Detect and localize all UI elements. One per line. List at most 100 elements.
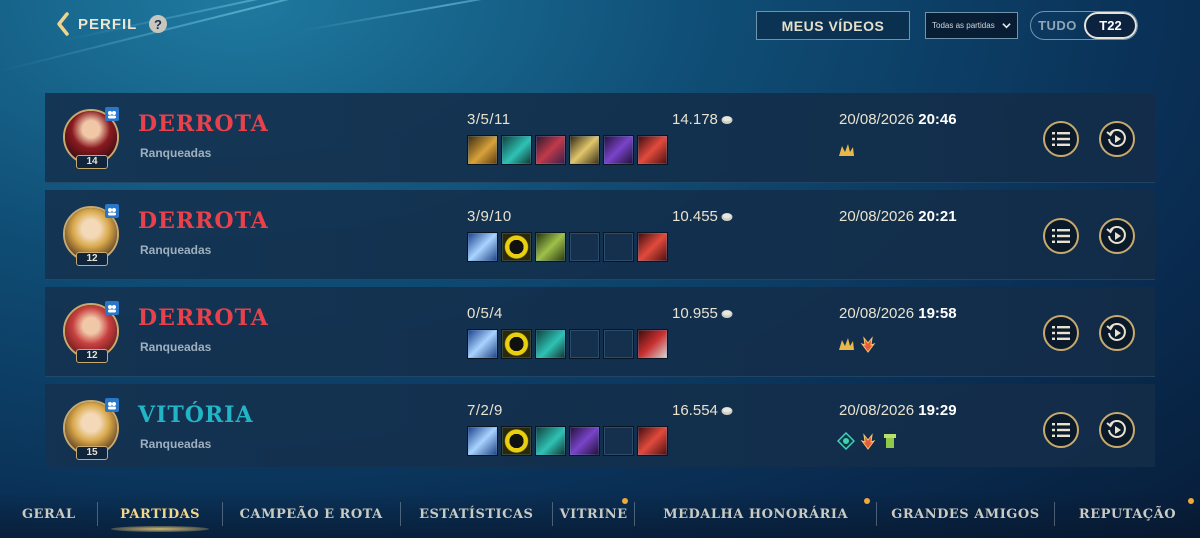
empty-item-slot[interactable] — [603, 329, 634, 359]
season-toggle: TUDO T22 — [1030, 11, 1138, 40]
replay-button[interactable] — [1099, 121, 1135, 157]
empty-item-slot[interactable] — [569, 232, 600, 262]
match-time: 19:29 — [918, 402, 957, 419]
item-icon[interactable] — [569, 426, 600, 456]
match-badges — [837, 335, 877, 353]
match-details-button[interactable] — [1043, 412, 1079, 448]
empty-item-slot[interactable] — [569, 329, 600, 359]
champion-level: 15 — [76, 446, 108, 460]
gold-earned: 14.178 — [672, 111, 733, 128]
match-time: 20:46 — [918, 111, 957, 128]
tab-partidas[interactable]: PARTIDAS — [98, 490, 221, 538]
champion-level: 14 — [76, 155, 108, 169]
tab-label: CAMPEÃO E ROTA — [239, 506, 383, 522]
tab-label: GRANDES AMIGOS — [891, 506, 1040, 522]
kda-score: 3/5/11 — [467, 111, 511, 128]
gold-value: 10.955 — [672, 305, 718, 322]
tab-label: REPUTAÇÃO — [1078, 506, 1177, 522]
notification-dot — [622, 498, 629, 504]
item-icon[interactable] — [535, 329, 566, 359]
list-icon — [1052, 326, 1070, 340]
item-icon[interactable] — [467, 135, 498, 165]
group-icon — [105, 107, 119, 121]
item-icon[interactable] — [637, 135, 668, 165]
item-icon[interactable] — [637, 232, 668, 262]
tab-geral[interactable]: GERAL — [0, 490, 97, 538]
my-videos-button[interactable]: MEUS VÍDEOS — [756, 11, 910, 40]
profile-tab-bar: GERAL PARTIDAS CAMPEÃO E ROTA ESTATÍSTICAS V… — [0, 490, 1200, 538]
tab-label: MEDALHA HONORÁRIA — [663, 506, 849, 522]
match-row[interactable]: 12 DERROTA Ranqueadas 0/5/4 10.955 20/08… — [45, 287, 1155, 377]
item-icon[interactable] — [467, 329, 498, 359]
triple-kill-icon — [839, 338, 854, 350]
tab-label: GERAL — [21, 506, 76, 522]
champion-level: 12 — [76, 252, 108, 266]
season-all-option[interactable]: TUDO — [1031, 12, 1084, 39]
shield-icon — [837, 432, 855, 450]
gold-coin-icon — [721, 406, 733, 415]
tab-label: PARTIDAS — [120, 506, 201, 522]
help-icon[interactable]: ? — [149, 15, 167, 33]
gold-value: 14.178 — [672, 111, 718, 128]
replay-button[interactable] — [1099, 412, 1135, 448]
match-details-button[interactable] — [1043, 218, 1079, 254]
match-time: 20:21 — [918, 208, 957, 225]
item-icon[interactable] — [535, 426, 566, 456]
item-icon[interactable] — [501, 232, 532, 262]
kda-score: 7/2/9 — [467, 402, 503, 419]
item-build — [467, 329, 668, 359]
replay-button[interactable] — [1099, 315, 1135, 351]
item-icon[interactable] — [501, 329, 532, 359]
season-current-option[interactable]: T22 — [1083, 12, 1137, 39]
tab-vitrine[interactable]: VITRINE — [553, 490, 635, 538]
tab-reputacao[interactable]: REPUTAÇÃO — [1055, 490, 1200, 538]
item-icon[interactable] — [501, 135, 532, 165]
back-button[interactable]: PERFIL — [56, 12, 137, 36]
match-row[interactable]: 15 VITÓRIA Ranqueadas 7/2/9 16.554 20/08… — [45, 384, 1155, 467]
match-datetime: 20/08/2026 19:29 — [839, 402, 957, 419]
match-filter-select[interactable]: Todas as partidas — [925, 12, 1018, 39]
item-icon[interactable] — [467, 426, 498, 456]
group-icon — [105, 301, 119, 315]
item-icon[interactable] — [535, 232, 566, 262]
match-result: DERROTA — [138, 111, 269, 137]
list-icon — [1052, 132, 1070, 146]
kda-score: 3/9/10 — [467, 208, 512, 225]
item-icon[interactable] — [535, 135, 566, 165]
item-icon[interactable] — [603, 135, 634, 165]
match-row[interactable]: 12 DERROTA Ranqueadas 3/9/10 10.455 20/0… — [45, 190, 1155, 280]
item-icon[interactable] — [569, 135, 600, 165]
tab-estatisticas[interactable]: ESTATÍSTICAS — [401, 490, 552, 538]
empty-item-slot[interactable] — [603, 232, 634, 262]
match-details-button[interactable] — [1043, 121, 1079, 157]
match-date: 20/08/2026 — [839, 402, 915, 419]
match-row[interactable]: 14 DERROTA Ranqueadas 3/5/11 14.178 20/0… — [45, 93, 1155, 183]
match-details-button[interactable] — [1043, 315, 1079, 351]
item-icon[interactable] — [501, 426, 532, 456]
queue-type: Ranqueadas — [140, 146, 212, 160]
gold-earned: 10.455 — [672, 208, 733, 225]
item-icon[interactable] — [467, 232, 498, 262]
background-streak — [299, 0, 596, 32]
notification-dot — [1188, 498, 1195, 504]
match-filter-value: Todas as partidas — [932, 21, 995, 30]
item-icon[interactable] — [637, 329, 668, 359]
gold-earned: 16.554 — [672, 402, 733, 419]
queue-type: Ranqueadas — [140, 243, 212, 257]
match-datetime: 20/08/2026 19:58 — [839, 305, 957, 322]
list-icon — [1052, 229, 1070, 243]
match-result: DERROTA — [138, 305, 269, 331]
tab-label: ESTATÍSTICAS — [419, 506, 534, 522]
queue-type: Ranqueadas — [140, 340, 212, 354]
tab-grandes-amigos[interactable]: GRANDES AMIGOS — [877, 490, 1054, 538]
replay-icon — [1106, 323, 1126, 341]
item-icon[interactable] — [637, 426, 668, 456]
chevron-left-icon — [57, 12, 69, 36]
tab-medalha-honoraria[interactable]: MEDALHA HONORÁRIA — [635, 490, 876, 538]
tab-campeao-e-rota[interactable]: CAMPEÃO E ROTA — [223, 490, 400, 538]
empty-item-slot[interactable] — [603, 426, 634, 456]
match-date: 20/08/2026 — [839, 305, 915, 322]
replay-button[interactable] — [1099, 218, 1135, 254]
item-build — [467, 135, 668, 165]
back-label: PERFIL — [78, 15, 138, 33]
